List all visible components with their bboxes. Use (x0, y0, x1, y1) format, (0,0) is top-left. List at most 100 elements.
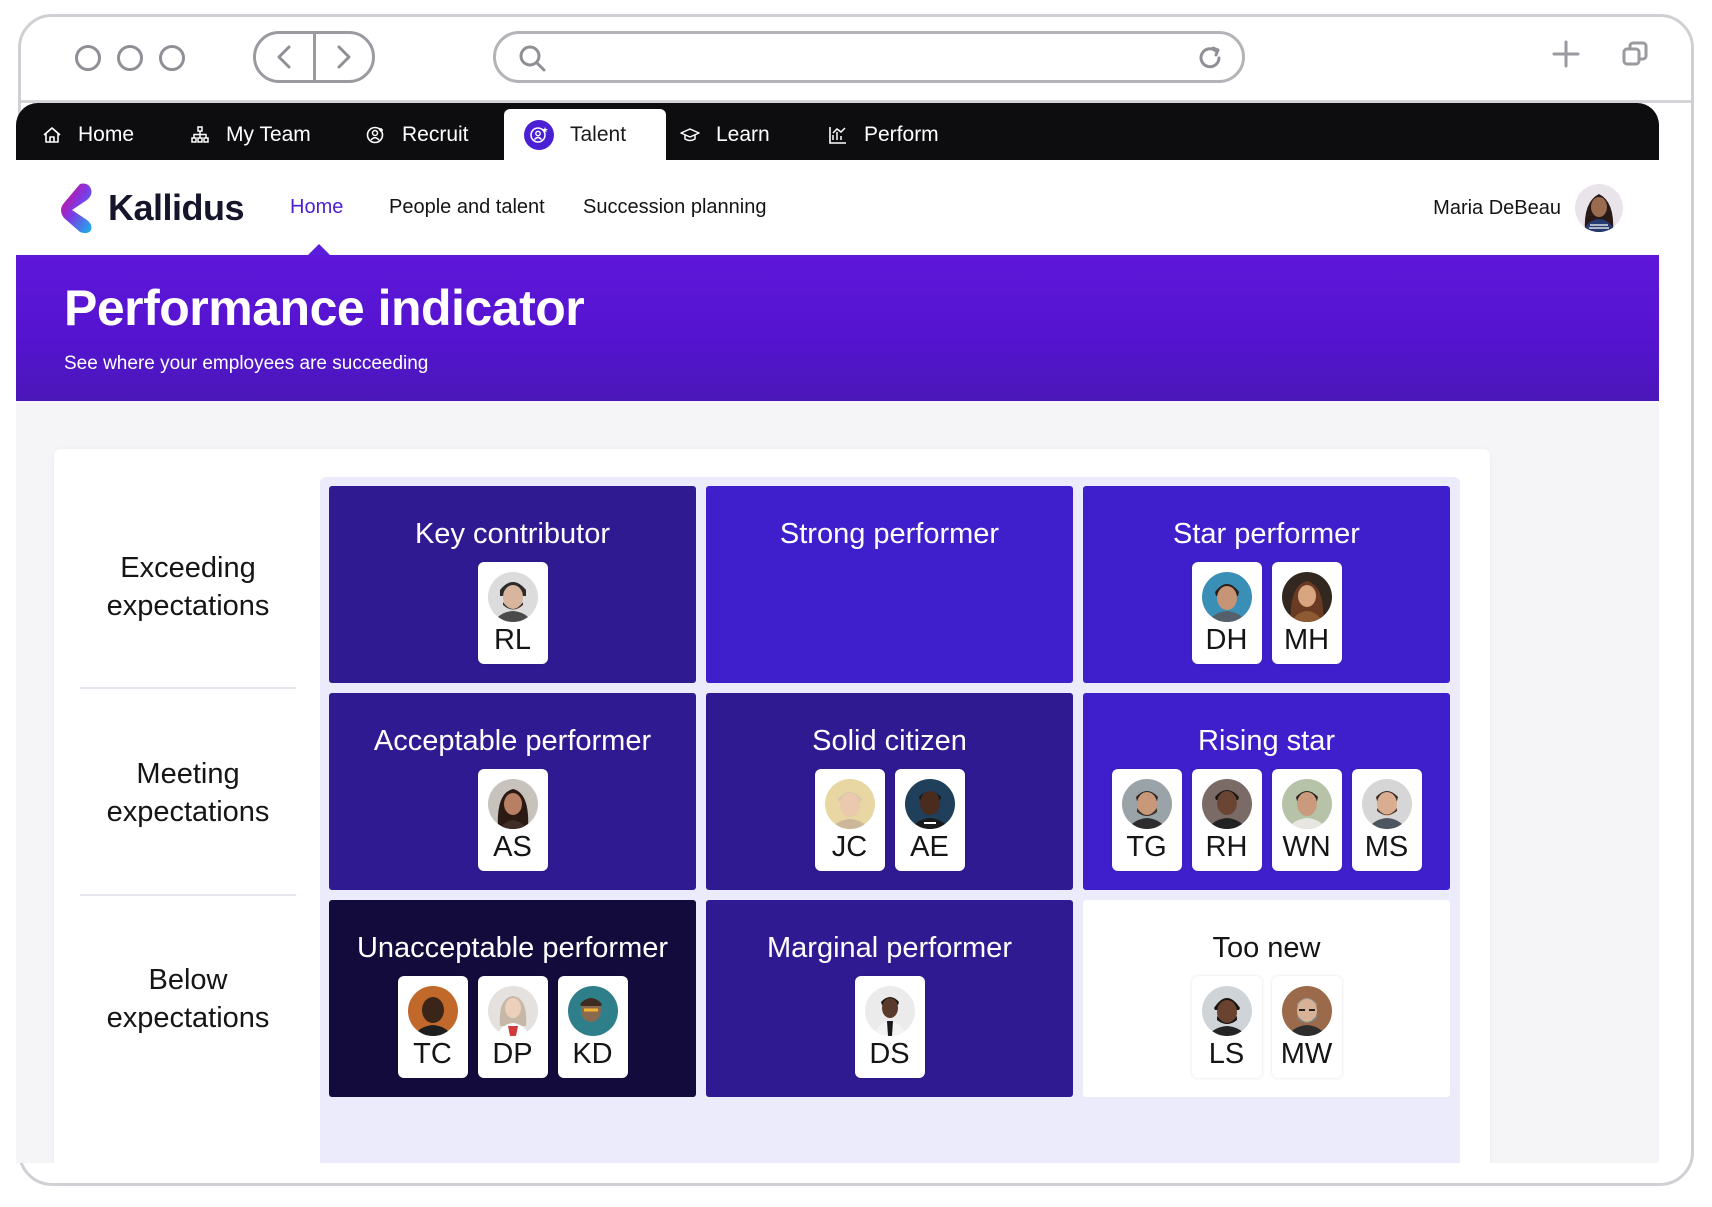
window-controls (75, 45, 185, 71)
tab-talent[interactable]: Talent (504, 109, 667, 160)
person-tile[interactable]: DH (1191, 562, 1262, 664)
person-photo (1121, 779, 1172, 829)
cell-solid-citizen[interactable]: Solid citizen JC AE (706, 693, 1073, 890)
person-photo (487, 572, 538, 622)
cell-title: Too new (1212, 932, 1321, 964)
tab-label: Home (78, 122, 135, 146)
brand-name: Kallidus (108, 187, 245, 228)
tab-home[interactable]: Home (42, 109, 134, 160)
person-initials: RL (493, 624, 532, 656)
app: Home My Team Recruit Talent Learn Perfor… (16, 103, 1659, 1163)
person-tile[interactable]: AS (477, 769, 548, 871)
sub-nav: Kallidus Home People and talent Successi… (16, 160, 1659, 255)
back-button[interactable] (256, 34, 316, 80)
person-tile[interactable]: DS (854, 976, 925, 1078)
subnav-people-and-talent-link[interactable]: People and talent (389, 196, 545, 219)
nine-box-card: Exceeding expectations Meeting expectati… (54, 449, 1490, 1163)
person-photo (1201, 779, 1252, 829)
person-tile[interactable]: WN (1271, 769, 1342, 871)
page-title: Performance indicator (64, 280, 585, 336)
person-tile[interactable]: LS (1191, 976, 1262, 1078)
cell-title: Marginal performer (767, 932, 1012, 964)
person-tile[interactable]: RL (477, 562, 548, 664)
person-tile[interactable]: MW (1271, 976, 1342, 1078)
cell-marginal-performer[interactable]: Marginal performer DS (706, 900, 1073, 1097)
history-buttons (253, 31, 375, 83)
cell-unacceptable-performer[interactable]: Unacceptable performer TC DP KD (329, 900, 696, 1097)
cell-key-contributor[interactable]: Key contributor RL (329, 486, 696, 683)
close-window-icon[interactable] (75, 45, 101, 71)
person-photo (407, 986, 458, 1036)
tabs-overview-icon[interactable] (1621, 40, 1649, 68)
person-initials: DS (869, 1038, 910, 1070)
person-tile[interactable]: DP (477, 976, 548, 1078)
person-initials: DP (492, 1038, 533, 1070)
nine-box-grid: Key contributor RL Strong performer Star… (320, 477, 1460, 1163)
person-photo (487, 779, 538, 829)
page-subtitle: See where your employees are succeeding (64, 353, 429, 374)
person-initials: KD (572, 1038, 613, 1070)
address-bar[interactable] (493, 31, 1245, 83)
reload-icon[interactable] (1196, 44, 1224, 72)
cell-title: Key contributor (414, 518, 611, 550)
person-tile[interactable]: TG (1111, 769, 1182, 871)
person-initials: TC (413, 1038, 452, 1070)
tab-label: Perform (864, 122, 939, 146)
person-tile[interactable]: AE (894, 769, 965, 871)
new-tab-icon[interactable] (1551, 39, 1581, 69)
kallidus-logo-icon (61, 183, 92, 234)
user-menu[interactable]: Maria DeBeau (1433, 184, 1623, 232)
browser-toolbar (21, 17, 1691, 103)
user-avatar[interactable] (1575, 184, 1623, 232)
cell-star-performer[interactable]: Star performer DH MH (1083, 486, 1450, 683)
cell-title: Star performer (1173, 518, 1360, 550)
person-initials: LS (1208, 1038, 1245, 1070)
person-photo (1281, 572, 1332, 622)
cell-strong-performer[interactable]: Strong performer (706, 486, 1073, 683)
browser-actions (1551, 39, 1649, 69)
chevron-right-icon (337, 45, 351, 69)
person-photo (904, 779, 955, 829)
talent-icon (524, 119, 554, 150)
row-label-exceeding: Exceeding expectations (106, 552, 270, 622)
tab-label: Talent (570, 122, 627, 146)
maximize-window-icon[interactable] (159, 45, 185, 71)
kallidus-logo[interactable]: Kallidus (58, 182, 245, 234)
module-nav: Home My Team Recruit Talent Learn Perfor… (16, 103, 1659, 160)
person-tile[interactable]: KD (557, 976, 628, 1078)
cell-too-new[interactable]: Too new LS MW (1083, 900, 1450, 1097)
cell-title: Acceptable performer (373, 725, 652, 757)
cell-title: Rising star (1198, 725, 1335, 757)
person-initials: AS (493, 831, 532, 863)
forward-button[interactable] (316, 34, 373, 80)
person-initials: DH (1205, 624, 1248, 656)
subnav-succession-planning-link[interactable]: Succession planning (583, 196, 766, 219)
person-tile[interactable]: JC (814, 769, 885, 871)
person-tile[interactable]: MS (1351, 769, 1422, 871)
cell-title: Solid citizen (812, 725, 967, 757)
person-photo (824, 779, 875, 829)
person-initials: MS (1364, 831, 1409, 863)
tab-label: Learn (716, 122, 770, 146)
cell-acceptable-performer[interactable]: Acceptable performer AS (329, 693, 696, 890)
cell-title: Unacceptable performer (356, 932, 669, 964)
person-photo (567, 986, 618, 1036)
tab-learn[interactable]: Learn (680, 109, 770, 160)
row-divider (80, 894, 296, 896)
person-photo (1361, 779, 1412, 829)
tab-my-team[interactable]: My Team (190, 109, 311, 160)
recruit-icon (366, 126, 384, 143)
person-tile[interactable]: MH (1271, 562, 1342, 664)
minimize-window-icon[interactable] (117, 45, 143, 71)
person-tile[interactable]: RH (1191, 769, 1262, 871)
tab-perform[interactable]: Perform (828, 109, 939, 160)
tab-label: Recruit (402, 122, 469, 146)
subnav-home-link[interactable]: Home (290, 196, 343, 219)
tab-label: My Team (226, 122, 311, 146)
cell-rising-star[interactable]: Rising star TG RH WN MS (1083, 693, 1450, 890)
person-tile[interactable]: TC (397, 976, 468, 1078)
person-photo (1281, 986, 1332, 1036)
chevron-left-icon (277, 45, 291, 69)
tab-recruit[interactable]: Recruit (366, 109, 469, 160)
chart-icon (829, 126, 846, 144)
